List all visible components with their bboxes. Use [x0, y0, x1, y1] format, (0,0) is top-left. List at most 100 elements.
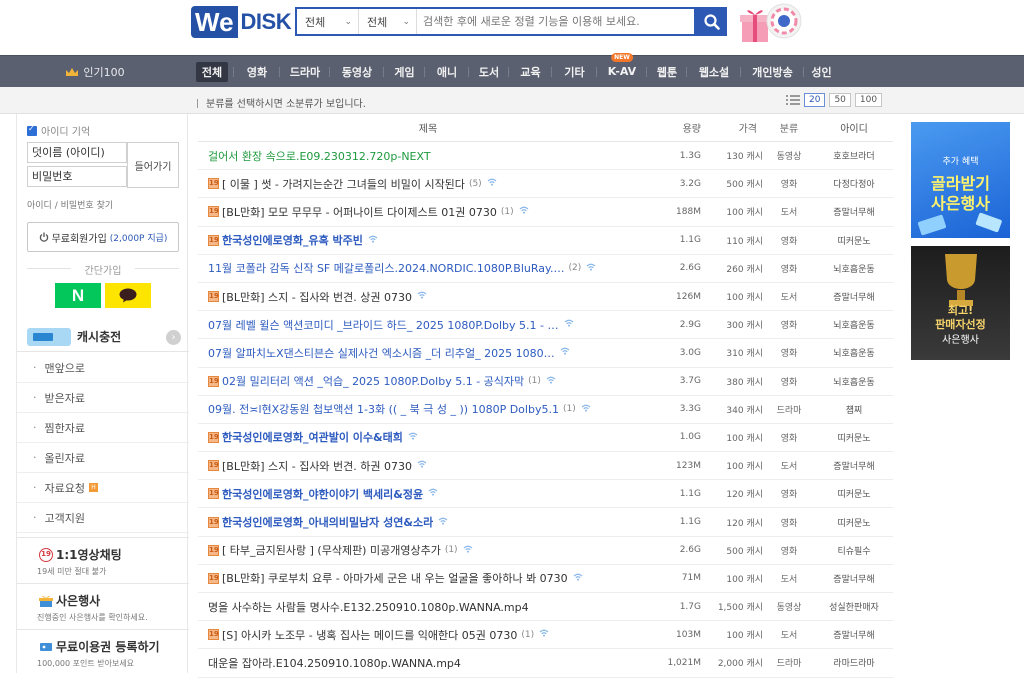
row-title-cell[interactable]: 대운을 잡아라.E104.250910.1080p.WANNA.mp4: [198, 655, 658, 671]
row-user[interactable]: 뇌호흡운동: [815, 262, 893, 275]
row-title-cell[interactable]: 07월 레벨 윌슨 액션코미디 _브라이드 하드_ 2025 1080P.Dol…: [198, 317, 658, 333]
cash-charge-header[interactable]: 캐시충전 ›: [17, 322, 189, 352]
nav-item-7[interactable]: 교육: [509, 56, 552, 87]
row-title[interactable]: 대운을 잡아라.E104.250910.1080p.WANNA.mp4: [208, 655, 461, 671]
row-title-cell[interactable]: 19 한국성인에로영화_야한이야기 백세리&정윤: [198, 486, 658, 502]
promo-gift-event[interactable]: 사은행사 진행중인 사은행사를 확인하세요.: [17, 583, 189, 628]
row-user[interactable]: 띠커문노: [815, 431, 893, 444]
table-row[interactable]: 09월. 전≍l현X강동원 첩보액션 1-3화 (( _ 북 극 성 _ )) …: [198, 396, 893, 424]
nav-item-5[interactable]: 애니: [425, 56, 469, 87]
row-user[interactable]: 띠커문노: [815, 516, 893, 529]
table-row[interactable]: 19 한국성인에로영화_유혹 박주빈 1.1G 110 캐시 영화 띠커문노: [198, 227, 893, 255]
seller-award-banner[interactable]: 최고! 판매자선정 사은행사: [911, 246, 1010, 360]
user-id-field[interactable]: 덧이름 (아이디): [27, 142, 127, 163]
nav-item-1[interactable]: 영화: [234, 56, 280, 87]
row-title-cell[interactable]: 19 [BL만화] 모모 무무무 - 어퍼나이트 다이제스트 01권 0730 (1…: [198, 204, 658, 220]
row-title-cell[interactable]: 19 한국성인에로영화_유혹 박주빈: [198, 232, 658, 248]
row-title[interactable]: 한국성인에로영화_야한이야기 백세리&정윤: [222, 486, 423, 502]
row-title-cell[interactable]: 19 [S] 아시카 노조무 - 냉혹 집사는 메이드를 익애한다 05권 073…: [198, 627, 658, 643]
row-title-cell[interactable]: 09월. 전≍l현X강동원 첩보액션 1-3화 (( _ 북 극 성 _ )) …: [198, 401, 658, 417]
row-title[interactable]: 07월 알파치노X댄스티븐슨 실제사건 엑소시즘 _더 리추얼_ 2025 10…: [208, 345, 555, 361]
row-user[interactable]: 증말너무해: [815, 290, 893, 303]
table-row[interactable]: 19 [BL만화] 모모 무무무 - 어퍼나이트 다이제스트 01권 0730 (1…: [198, 198, 893, 227]
row-title[interactable]: 한국성인에로영화_아내의비밀남자 성연&소라: [222, 514, 433, 530]
row-title[interactable]: [BL만화] 쿠로부치 요루 - 아마가세 군은 내 우는 얼굴을 좋아하나 봐…: [222, 570, 568, 586]
search-button[interactable]: [696, 7, 727, 36]
nav-item-13[interactable]: 성인: [804, 56, 839, 87]
kakao-login-button[interactable]: [105, 283, 151, 308]
row-title[interactable]: [BL만화] 스지 - 집사와 번견. 하권 0730: [222, 458, 412, 474]
row-user[interactable]: 띠커문노: [815, 487, 893, 500]
table-row[interactable]: 19 [S] 아시카 노조무 - 냉혹 집사는 메이드를 익애한다 05권 073…: [198, 621, 893, 650]
row-user[interactable]: 뇌호흡운동: [815, 346, 893, 359]
header-user[interactable]: 아이디: [815, 120, 893, 135]
naver-login-button[interactable]: N: [55, 283, 101, 308]
header-size[interactable]: 용량: [658, 120, 701, 135]
row-user[interactable]: 티슈필수: [815, 544, 893, 557]
password-field[interactable]: 비밀번호: [27, 166, 127, 187]
row-title-cell[interactable]: 19 [BL만화] 스지 - 집사와 번견. 상권 0730: [198, 289, 658, 305]
row-title[interactable]: 02월 밀리터리 액션 _억습_ 2025 1080P.Dolby 5.1 - …: [222, 373, 524, 389]
row-title[interactable]: [S] 아시카 노조무 - 냉혹 집사는 메이드를 익애한다 05권 0730: [222, 627, 517, 643]
row-user[interactable]: 띠커문노: [815, 234, 893, 247]
nav-item-12[interactable]: 개인방송: [741, 56, 804, 87]
chevron-right-icon[interactable]: ›: [166, 330, 181, 345]
row-user[interactable]: 증말너무해: [815, 628, 893, 641]
list-view-icon[interactable]: [786, 95, 800, 105]
row-title[interactable]: 걸어서 환장 속으로.E09.230312.720p-NEXT: [208, 148, 431, 164]
row-title-cell[interactable]: 07월 알파치노X댄스티븐슨 실제사건 엑소시즘 _더 리추얼_ 2025 10…: [198, 345, 658, 361]
nav-item-9[interactable]: K-AV NEW: [597, 53, 647, 87]
row-user[interactable]: 증말너무해: [815, 205, 893, 218]
table-row[interactable]: 명을 사수하는 사람들 명사수.E132.250910.1080p.WANNA.…: [198, 593, 893, 622]
find-id-password-link[interactable]: 아이디 / 비밀번호 찾기: [27, 198, 113, 211]
nav-item-4[interactable]: 게임: [384, 56, 425, 87]
header-title[interactable]: 제목: [198, 120, 658, 135]
table-row[interactable]: 19[ 타부_금지된사랑 ] (무삭제판) 미공개영상추가 (1) 2.6G 500 …: [198, 537, 893, 565]
row-title[interactable]: [ 이물 ] 썻 - 가려지는순간 그녀들의 비밀이 시작된다: [222, 176, 465, 192]
row-user[interactable]: 다정다정아: [815, 177, 893, 190]
table-row[interactable]: 대운을 잡아라.E104.250910.1080p.WANNA.mp4 1,021…: [198, 649, 893, 678]
table-row[interactable]: 19 한국성인에로영화_야한이야기 백세리&정윤 1.1G 120 캐시 영화 띠커문노: [198, 480, 893, 509]
sidebar-item-request[interactable]: 자료요청H: [17, 473, 189, 503]
wedisk-logo[interactable]: We DISK: [191, 6, 292, 38]
row-title-cell[interactable]: 19[ 이물 ] 썻 - 가려지는순간 그녀들의 비밀이 시작된다 (5): [198, 176, 658, 192]
popular-100-link[interactable]: 인기100: [0, 56, 190, 87]
promo-free-pass[interactable]: 무료이용권 등록하기 100,000 포인트 받아보세요: [17, 629, 189, 674]
row-user[interactable]: 라마드라마: [815, 656, 893, 669]
sidebar-item-received[interactable]: 받은자료: [17, 383, 189, 413]
sidebar-item-uploaded[interactable]: 올린자료: [17, 443, 189, 473]
free-join-button[interactable]: 무료회원가입 (2,000P 지급): [27, 222, 179, 252]
nav-item-0[interactable]: 전체: [190, 56, 234, 87]
row-title-cell[interactable]: 명을 사수하는 사람들 명사수.E132.250910.1080p.WANNA.…: [198, 599, 658, 615]
gift-event-banner[interactable]: 추가 혜택 골라받기 사은행사: [911, 122, 1010, 238]
nav-item-10[interactable]: 웹툰: [647, 56, 687, 87]
table-row[interactable]: 07월 레벨 윌슨 액션코미디 _브라이드 하드_ 2025 1080P.Dol…: [198, 311, 893, 340]
sidebar-item-wishlist[interactable]: 찜한자료: [17, 413, 189, 443]
row-title[interactable]: 09월. 전≍l현X강동원 첩보액션 1-3화 (( _ 북 극 성 _ )) …: [208, 401, 559, 417]
row-user[interactable]: 뇌호흡운동: [815, 375, 893, 388]
row-title[interactable]: 한국성인에로영화_여관발이 이수&태희: [222, 429, 403, 445]
search-input[interactable]: [417, 9, 694, 34]
row-title-cell[interactable]: 19[ 타부_금지된사랑 ] (무삭제판) 미공개영상추가 (1): [198, 542, 658, 558]
sidebar-item-home[interactable]: 맨앞으로: [17, 353, 189, 383]
page-size-20[interactable]: 20: [804, 93, 826, 107]
row-title[interactable]: 명을 사수하는 사람들 명사수.E132.250910.1080p.WANNA.…: [208, 599, 529, 615]
table-row[interactable]: 19 [BL만화] 스지 - 집사와 번견. 하권 0730 123M 100 캐시 도…: [198, 452, 893, 481]
table-row[interactable]: 19 02월 밀리터리 액션 _억습_ 2025 1080P.Dolby 5.1 …: [198, 368, 893, 396]
table-row[interactable]: 19[ 이물 ] 썻 - 가려지는순간 그녀들의 비밀이 시작된다 (5) 3.2G…: [198, 170, 893, 199]
row-title-cell[interactable]: 19 한국성인에로영화_아내의비밀남자 성연&소라: [198, 514, 658, 530]
nav-item-6[interactable]: 도서: [469, 56, 509, 87]
row-title-cell[interactable]: 19 02월 밀리터리 액션 _억습_ 2025 1080P.Dolby 5.1 …: [198, 373, 658, 389]
row-title-cell[interactable]: 걸어서 환장 속으로.E09.230312.720p-NEXT: [198, 148, 658, 164]
gift-event-icon[interactable]: [738, 2, 804, 46]
nav-item-3[interactable]: 동영상: [330, 56, 384, 87]
sidebar-item-support[interactable]: 고객지원: [17, 503, 189, 533]
row-title-cell[interactable]: 19 [BL만화] 쿠로부치 요루 - 아마가세 군은 내 우는 얼굴을 좋아하나…: [198, 570, 658, 586]
row-user[interactable]: 뇌호흡운동: [815, 318, 893, 331]
header-price[interactable]: 가격: [701, 120, 763, 135]
table-row[interactable]: 07월 알파치노X댄스티븐슨 실제사건 엑소시즘 _더 리추얼_ 2025 10…: [198, 339, 893, 368]
row-title-cell[interactable]: 19 [BL만화] 스지 - 집사와 번견. 하권 0730: [198, 458, 658, 474]
table-row[interactable]: 걸어서 환장 속으로.E09.230312.720p-NEXT 1.3G 130 캐…: [198, 142, 893, 171]
nav-item-11[interactable]: 웹소설: [687, 56, 741, 87]
row-title[interactable]: 11월 코폴라 감독 신작 SF 메갈로폴리스.2024.NORDIC.1080…: [208, 260, 564, 276]
